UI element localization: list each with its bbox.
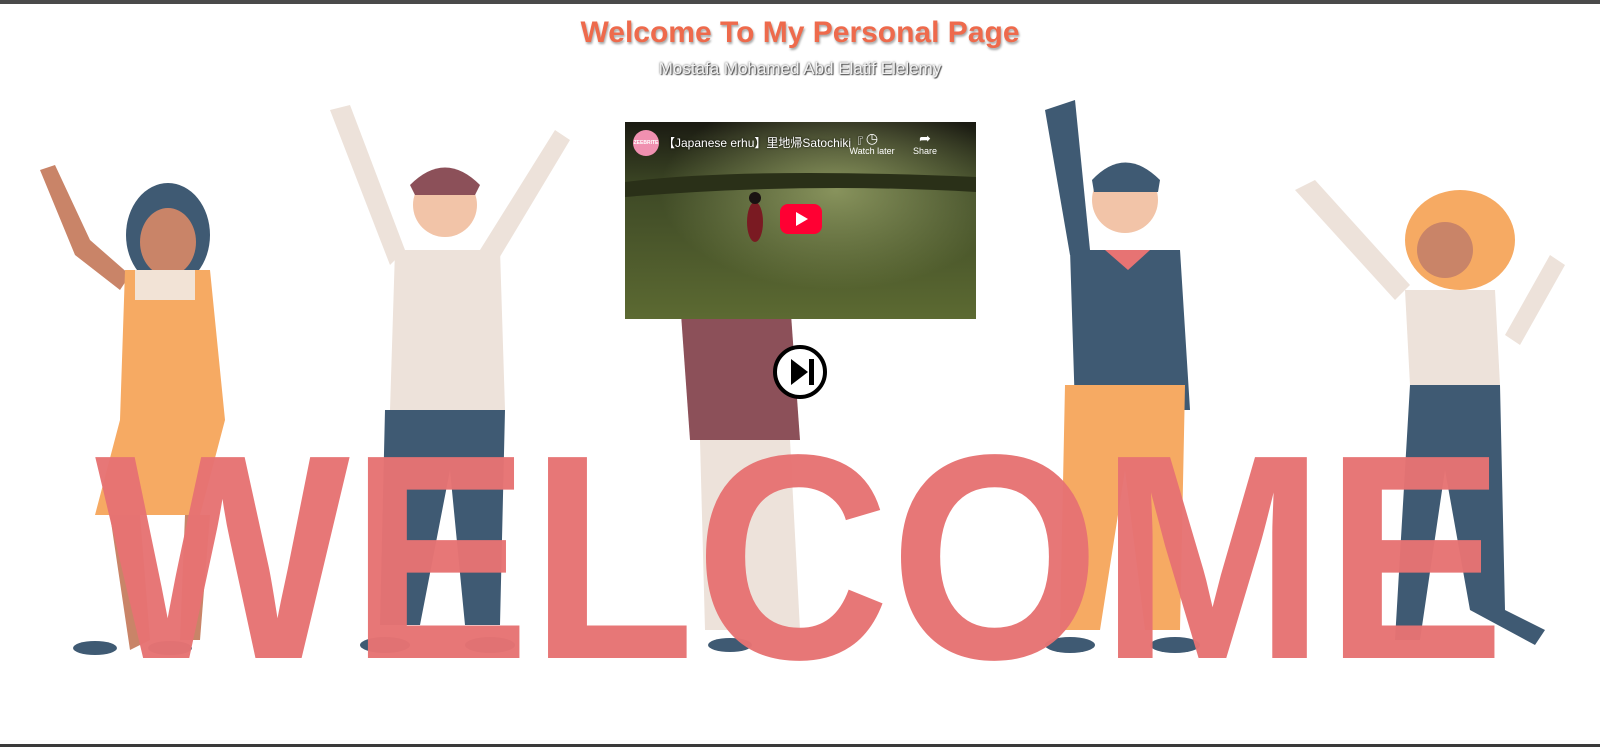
youtube-video-embed[interactable]: ZEEBRITE 【Japanese erhu】里地帰Satochiki『...…	[625, 122, 976, 319]
video-title[interactable]: 【Japanese erhu】里地帰Satochiki『...	[663, 134, 863, 151]
page-title: Welcome To My Personal Page	[580, 16, 1020, 49]
channel-avatar[interactable]: ZEEBRITE	[633, 130, 659, 156]
skip-next-icon[interactable]	[772, 344, 828, 400]
share-arrow-icon: ➦	[919, 130, 931, 146]
share-label: Share	[912, 146, 938, 156]
welcome-word: WELCOME	[95, 394, 1505, 720]
clock-icon: ◷	[865, 130, 879, 146]
watch-later-button[interactable]: ◷ Watch later	[847, 130, 897, 156]
watch-later-label: Watch later	[849, 146, 895, 156]
play-button[interactable]	[780, 204, 822, 234]
share-button[interactable]: ➦ Share	[900, 130, 950, 156]
page-subtitle: Mostafa Mohamed Abd Elatif Elelemy	[658, 59, 942, 78]
